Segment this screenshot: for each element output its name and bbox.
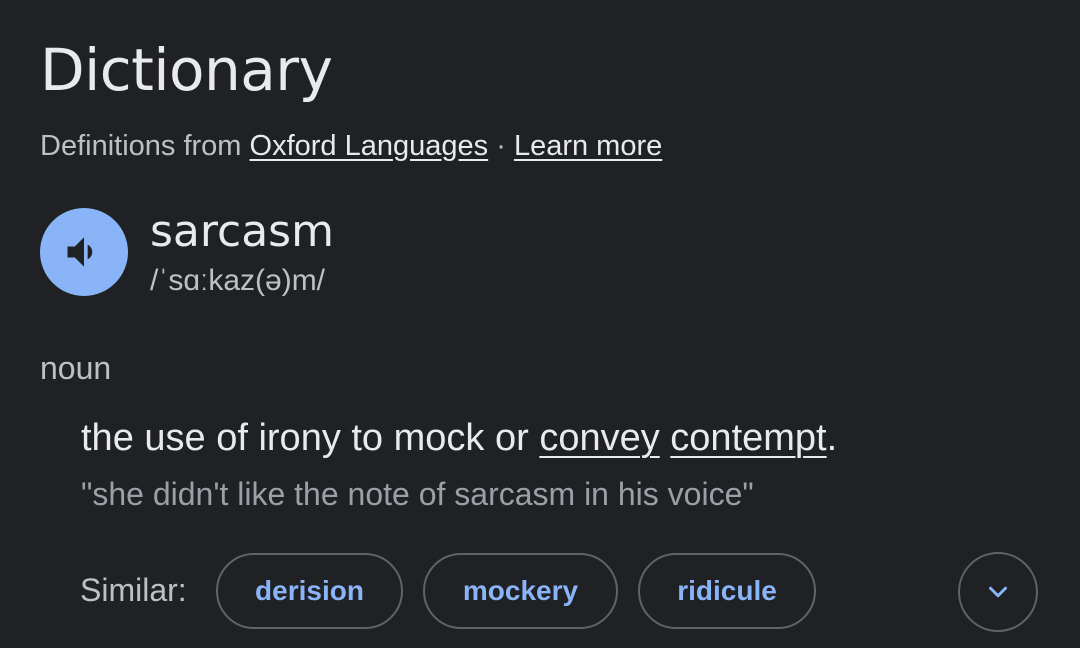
definition-body: the use of irony to mock or <box>81 417 529 459</box>
definition-period: . <box>826 417 838 459</box>
page-title: Dictionary <box>40 36 333 104</box>
part-of-speech: noun <box>40 350 112 386</box>
pronunciation-button[interactable] <box>40 208 128 296</box>
similar-chip-derision[interactable]: derision <box>216 553 403 629</box>
expand-button[interactable] <box>958 552 1038 632</box>
usage-example: "she didn't like the note of sarcasm in … <box>81 476 754 512</box>
learn-more-link[interactable]: Learn more <box>514 130 662 162</box>
similar-label: Similar: <box>80 572 187 608</box>
source-attribution: Definitions from Oxford Languages · Lear… <box>40 128 662 164</box>
definition-link-convey[interactable]: convey <box>539 417 659 459</box>
volume-up-icon <box>67 237 93 267</box>
definition-text: the use of irony to mock or convey conte… <box>81 414 837 462</box>
source-separator: · <box>496 130 506 162</box>
oxford-languages-link[interactable]: Oxford Languages <box>250 130 489 162</box>
phonetic-transcription: /ˈsɑːkaz(ə)m/ <box>150 264 326 297</box>
similar-chip-mockery[interactable]: mockery <box>423 553 618 629</box>
definition-link-contempt[interactable]: contempt <box>670 417 826 459</box>
similar-chip-ridicule[interactable]: ridicule <box>638 553 816 629</box>
chevron-down-icon <box>989 586 1007 598</box>
headword: sarcasm <box>150 206 334 257</box>
source-prefix: Definitions from <box>40 130 242 162</box>
